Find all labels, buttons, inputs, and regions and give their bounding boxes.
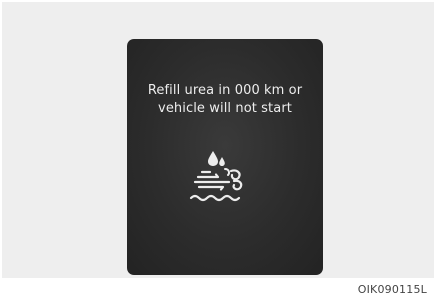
figure-caption: OIK090115L — [357, 283, 427, 296]
urea-fluid-warning-icon — [187, 147, 265, 211]
warning-message-line-1: Refill urea in 000 km or — [147, 83, 303, 98]
illustration-panel: Refill urea in 000 km or vehicle will no… — [2, 2, 434, 278]
warning-message-line-2: vehicle will not start — [158, 101, 292, 116]
warning-message: Refill urea in 000 km or vehicle will no… — [127, 82, 323, 118]
cluster-display: Refill urea in 000 km or vehicle will no… — [127, 39, 323, 275]
